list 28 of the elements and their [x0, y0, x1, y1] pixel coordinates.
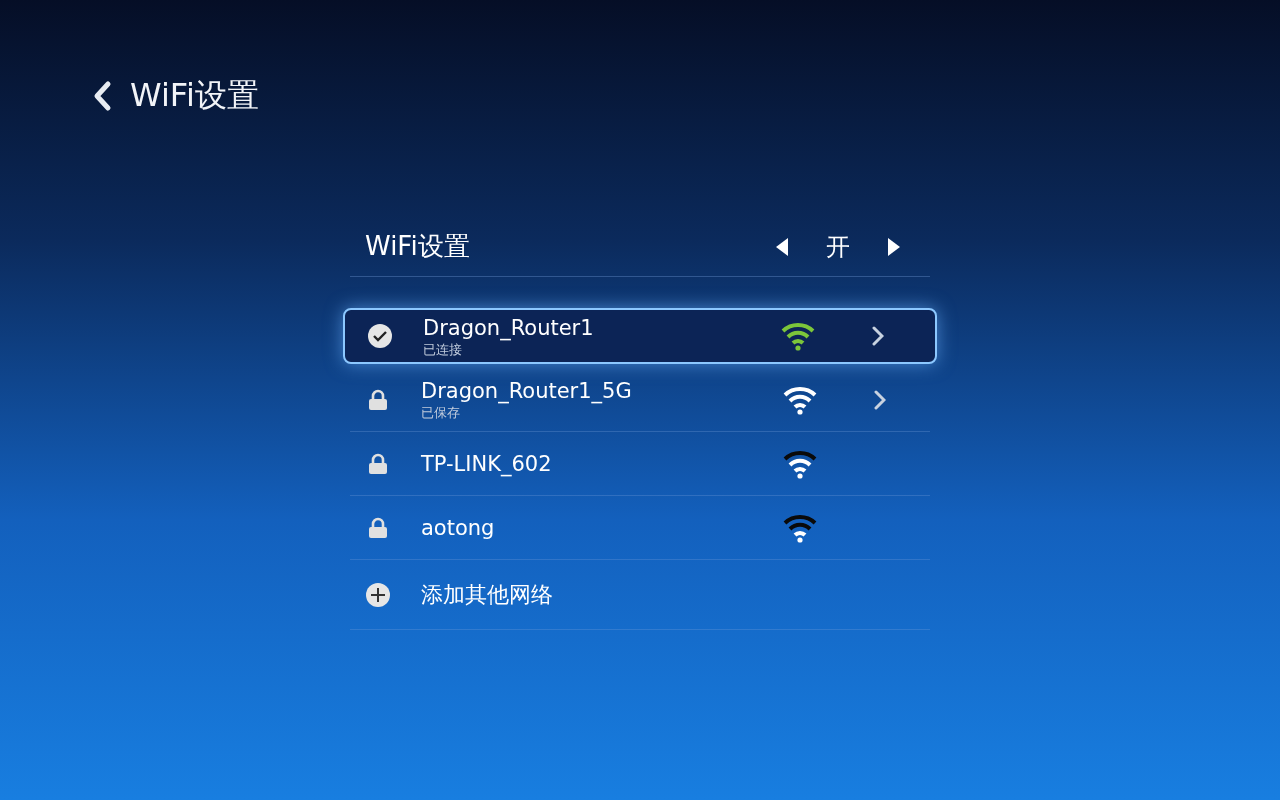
chevron-right-icon	[874, 389, 886, 410]
lock-icon	[368, 516, 388, 539]
add-network-item[interactable]: 添加其他网络	[350, 560, 930, 630]
network-name: Dragon_Router1	[423, 314, 595, 341]
network-item[interactable]: TP-LINK_602	[350, 432, 930, 496]
wifi-state-value: 开	[825, 231, 851, 263]
lock-icon	[368, 388, 388, 411]
next-option-button[interactable]	[888, 237, 900, 256]
page-title: WiFi设置	[130, 75, 259, 116]
add-icon	[365, 581, 391, 608]
add-network-label: 添加其他网络	[421, 581, 554, 608]
left-triangle-icon	[776, 237, 788, 256]
chevron-right-icon	[872, 326, 884, 346]
network-name: aotong	[421, 514, 496, 541]
back-icon	[92, 80, 112, 112]
network-name: Dragon_Router1_5G	[421, 378, 633, 404]
network-item[interactable]: Dragon_Router1_5G 已保存	[350, 368, 930, 432]
network-name: TP-LINK_602	[421, 450, 553, 477]
network-item[interactable]: Dragon_Router1 已连接	[343, 308, 937, 364]
previous-option-button[interactable]	[776, 237, 788, 256]
network-status: 已连接	[423, 341, 463, 358]
network-item[interactable]: aotong	[350, 496, 930, 560]
check-icon	[367, 323, 393, 349]
right-triangle-icon	[888, 237, 900, 256]
lock-icon	[368, 452, 388, 475]
wifi-setting-label: WiFi设置	[365, 230, 471, 263]
network-status: 已保存	[421, 404, 461, 421]
back-button[interactable]	[92, 80, 112, 112]
